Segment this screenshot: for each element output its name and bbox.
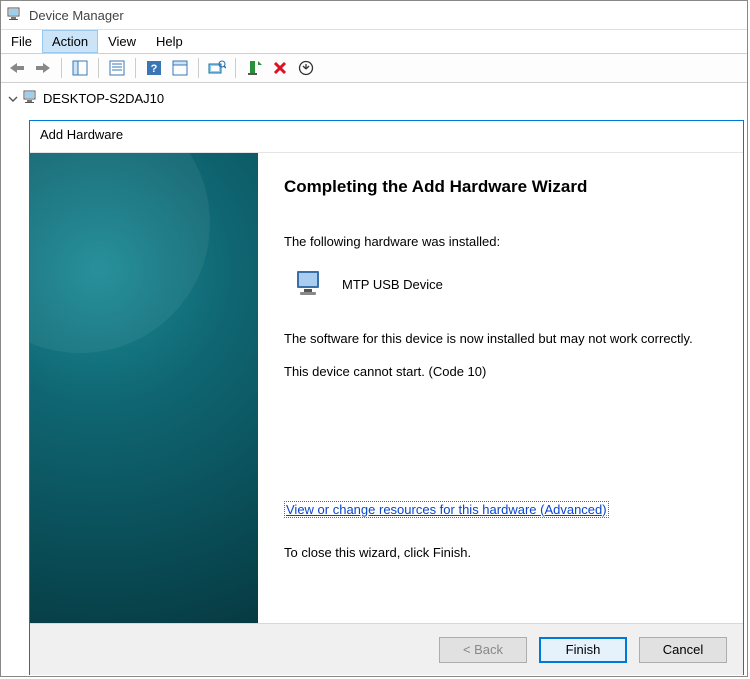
finish-button[interactable]: Finish xyxy=(539,637,627,663)
menu-action[interactable]: Action xyxy=(42,30,98,53)
installed-device-row: MTP USB Device xyxy=(294,267,717,302)
wizard-sidebar-graphic xyxy=(30,153,258,623)
computer-icon xyxy=(23,89,39,108)
menu-file[interactable]: File xyxy=(1,30,42,53)
back-button[interactable]: < Back xyxy=(439,637,527,663)
menu-view[interactable]: View xyxy=(98,30,146,53)
toolbar: ? xyxy=(1,53,747,83)
uninstall-icon[interactable] xyxy=(268,56,292,80)
wizard-body: Completing the Add Hardware Wizard The f… xyxy=(30,153,743,623)
monitor-device-icon xyxy=(294,267,326,302)
chevron-down-icon[interactable] xyxy=(7,93,19,105)
toolbar-separator xyxy=(61,58,62,78)
close-instruction: To close this wizard, click Finish. xyxy=(284,544,717,562)
toolbar-separator xyxy=(98,58,99,78)
forward-icon[interactable] xyxy=(31,56,55,80)
device-error-message: This device cannot start. (Code 10) xyxy=(284,363,717,381)
tree-root-label: DESKTOP-S2DAJ10 xyxy=(43,91,164,106)
computer-icon xyxy=(7,6,29,25)
details-icon[interactable] xyxy=(168,56,192,80)
toolbar-separator xyxy=(235,58,236,78)
cancel-button[interactable]: Cancel xyxy=(639,637,727,663)
update-driver-icon[interactable] xyxy=(294,56,318,80)
show-hide-tree-icon[interactable] xyxy=(68,56,92,80)
scan-hardware-icon[interactable] xyxy=(205,56,229,80)
menu-bar: File Action View Help xyxy=(1,29,747,53)
wizard-footer: < Back Finish Cancel xyxy=(30,623,743,675)
toolbar-separator xyxy=(135,58,136,78)
installed-device-name: MTP USB Device xyxy=(342,277,443,292)
svg-text:?: ? xyxy=(151,63,158,75)
software-status-message: The software for this device is now inst… xyxy=(284,330,717,348)
wizard-content: Completing the Add Hardware Wizard The f… xyxy=(258,153,743,623)
menu-help[interactable]: Help xyxy=(146,30,193,53)
window-titlebar: Device Manager xyxy=(1,1,747,29)
help-icon[interactable]: ? xyxy=(142,56,166,80)
advanced-resources-link[interactable]: View or change resources for this hardwa… xyxy=(284,501,609,518)
installed-label: The following hardware was installed: xyxy=(284,233,717,251)
toolbar-separator xyxy=(198,58,199,78)
back-icon[interactable] xyxy=(5,56,29,80)
wizard-title: Add Hardware xyxy=(30,121,743,153)
tree-root-row[interactable]: DESKTOP-S2DAJ10 xyxy=(7,89,741,108)
add-legacy-hardware-icon[interactable] xyxy=(242,56,266,80)
wizard-heading: Completing the Add Hardware Wizard xyxy=(284,177,717,197)
window-title: Device Manager xyxy=(29,8,124,23)
add-hardware-wizard: Add Hardware Completing the Add Hardware… xyxy=(29,120,744,675)
device-tree: DESKTOP-S2DAJ10 xyxy=(1,83,747,114)
properties-icon[interactable] xyxy=(105,56,129,80)
